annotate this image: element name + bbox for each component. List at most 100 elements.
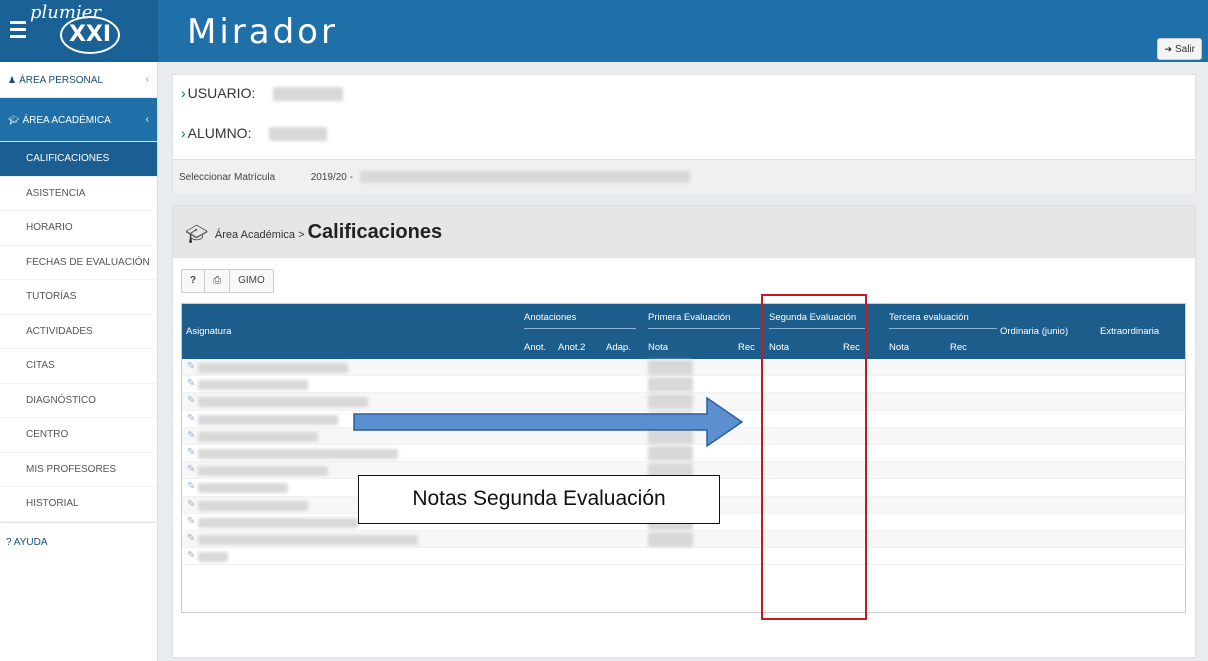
col-anot: Anot. [524, 342, 547, 353]
subject-redacted [198, 534, 418, 545]
subject-redacted [198, 552, 228, 563]
sidebar-item-actividades[interactable]: ACTIVIDADES [0, 315, 157, 349]
edit-icon[interactable]: ✎ [187, 481, 195, 492]
alumno-value-redacted [269, 127, 328, 142]
table-header: Asignatura Anotaciones Anot. Anot.2 Adap… [182, 304, 1185, 359]
print-icon: ⎙ [213, 275, 222, 286]
table-row[interactable]: ✎ [182, 427, 1185, 445]
col-tercera-rec: Rec [950, 342, 967, 353]
col-anot2: Anot.2 [558, 342, 586, 353]
edit-icon[interactable]: ✎ [187, 464, 195, 475]
col-segunda-rec: Rec [843, 342, 860, 353]
subject-redacted [198, 517, 358, 528]
toolbar: ? ⎙ GIMO [181, 269, 274, 293]
breadcrumb-parent[interactable]: Área Académica [215, 229, 295, 241]
matricula-selector[interactable]: Seleccionar Matrícula 2019/20 - [173, 159, 1195, 194]
help-icon: ? [6, 536, 12, 548]
grade-redacted [648, 360, 693, 375]
col-group-segunda: Segunda Evaluación [769, 312, 857, 323]
grades-table: Asignatura Anotaciones Anot. Anot.2 Adap… [181, 303, 1186, 613]
menu-icon[interactable] [10, 21, 26, 41]
logo-mark: XXI [60, 16, 120, 54]
sidebar-item-calificaciones[interactable]: CALIFICACIONES [0, 142, 157, 177]
edit-icon[interactable]: ✎ [187, 533, 195, 544]
chevron-right-icon: › [181, 85, 186, 101]
header-divider [648, 328, 760, 329]
sidebar-item-ayuda[interactable]: ? AYUDA [0, 521, 157, 562]
chevron-down-icon: ‹ [145, 114, 149, 125]
logo-area[interactable]: plumier XXI [0, 0, 158, 62]
edit-icon[interactable]: ✎ [187, 516, 195, 527]
grade-redacted [648, 411, 693, 427]
subject-redacted [198, 363, 348, 373]
table-row[interactable]: ✎ [182, 411, 1185, 428]
chevron-right-icon: › [181, 125, 186, 141]
col-primera-rec: Rec [738, 342, 755, 353]
header-divider [769, 328, 865, 329]
breadcrumb-separator: > [298, 229, 305, 241]
col-group-anotaciones: Anotaciones [524, 312, 577, 323]
edit-icon[interactable]: ✎ [187, 430, 195, 441]
top-bar: plumier XXI Mirador ➜ Salir [0, 0, 1208, 62]
main-panel: 🎓︎ Área Académica > Calificaciones ? ⎙ G… [172, 205, 1196, 658]
col-adap: Adap. [606, 342, 631, 353]
edit-icon[interactable]: ✎ [187, 395, 195, 406]
table-row[interactable]: ✎ [182, 393, 1185, 411]
sidebar-item-diagnostico[interactable]: DIAGNÓSTICO [0, 384, 157, 418]
table-row[interactable]: ✎ [182, 359, 1185, 377]
subject-redacted [198, 380, 308, 391]
logout-button[interactable]: ➜ Salir [1157, 38, 1202, 60]
gimo-button[interactable]: GIMO [230, 270, 273, 292]
col-tercera-nota: Nota [889, 342, 910, 353]
subject-redacted [198, 431, 318, 442]
table-row[interactable]: ✎ [182, 376, 1185, 394]
user-icon: ♟ [8, 75, 17, 85]
table-row[interactable]: ✎ [182, 445, 1185, 463]
alumno-label: ALUMNO: [187, 125, 252, 141]
edit-icon[interactable]: ✎ [187, 447, 195, 458]
sidebar-item-asistencia[interactable]: ASISTENCIA [0, 177, 157, 211]
subject-redacted [198, 414, 338, 425]
sidebar-item-centro[interactable]: CENTRO [0, 418, 157, 453]
breadcrumb: 🎓︎ Área Académica > Calificaciones [173, 206, 1195, 258]
help-button[interactable]: ? [182, 270, 206, 292]
sidebar: ♟ ÁREA PERSONAL ‹ 🎓︎ ÁREA ACADÉMICA ‹ CALI… [0, 62, 158, 661]
sidebar-item-area-personal[interactable]: ♟ ÁREA PERSONAL ‹ [0, 62, 157, 98]
col-segunda-nota: Nota [769, 342, 790, 353]
col-group-tercera: Tercera evaluación [889, 312, 969, 323]
table-row[interactable]: ✎ [182, 530, 1185, 549]
sidebar-item-tutorias[interactable]: TUTORÍAS [0, 280, 157, 315]
col-asignatura[interactable]: Asignatura [186, 326, 231, 337]
col-ordinaria: Ordinaria (junio) [1000, 326, 1069, 337]
grade-redacted [648, 394, 693, 410]
subject-redacted [198, 448, 398, 459]
print-button[interactable]: ⎙ [205, 270, 231, 292]
edit-icon[interactable]: ✎ [187, 378, 195, 389]
logout-icon: ➜ [1164, 44, 1172, 54]
subject-redacted [198, 483, 288, 494]
edit-icon[interactable]: ✎ [187, 550, 195, 561]
edit-icon[interactable]: ✎ [187, 361, 195, 372]
edit-icon[interactable]: ✎ [187, 499, 195, 510]
subject-redacted [198, 397, 368, 408]
alumno-row: › ALUMNO: [181, 125, 328, 145]
grade-redacted [648, 445, 693, 461]
col-primera-nota: Nota [648, 342, 669, 353]
usuario-label: USUARIO: [187, 85, 256, 101]
header-divider [524, 328, 636, 329]
graduation-cap-icon: 🎓︎ [8, 115, 20, 125]
page-title: Calificaciones [307, 221, 443, 243]
sidebar-item-citas[interactable]: CITAS [0, 349, 157, 384]
sidebar-item-historial[interactable]: HISTORIAL [0, 487, 157, 522]
user-panel: › USUARIO: › ALUMNO: Seleccionar Matrícula… [172, 74, 1196, 194]
sidebar-item-horario[interactable]: HORARIO [0, 211, 157, 246]
edit-icon[interactable]: ✎ [187, 413, 195, 424]
grade-redacted [648, 428, 693, 444]
sidebar-item-mis-profesores[interactable]: MIS PROFESORES [0, 453, 157, 487]
table-row[interactable]: ✎ [182, 548, 1185, 566]
grade-redacted [648, 531, 693, 547]
subject-redacted [198, 500, 308, 511]
callout-label: Notas Segunda Evaluación [358, 475, 720, 524]
sidebar-item-fechas-evaluacion[interactable]: FECHAS DE EVALUACIÓN [0, 246, 157, 280]
sidebar-item-area-academica[interactable]: 🎓︎ ÁREA ACADÉMICA ‹ [0, 98, 157, 142]
